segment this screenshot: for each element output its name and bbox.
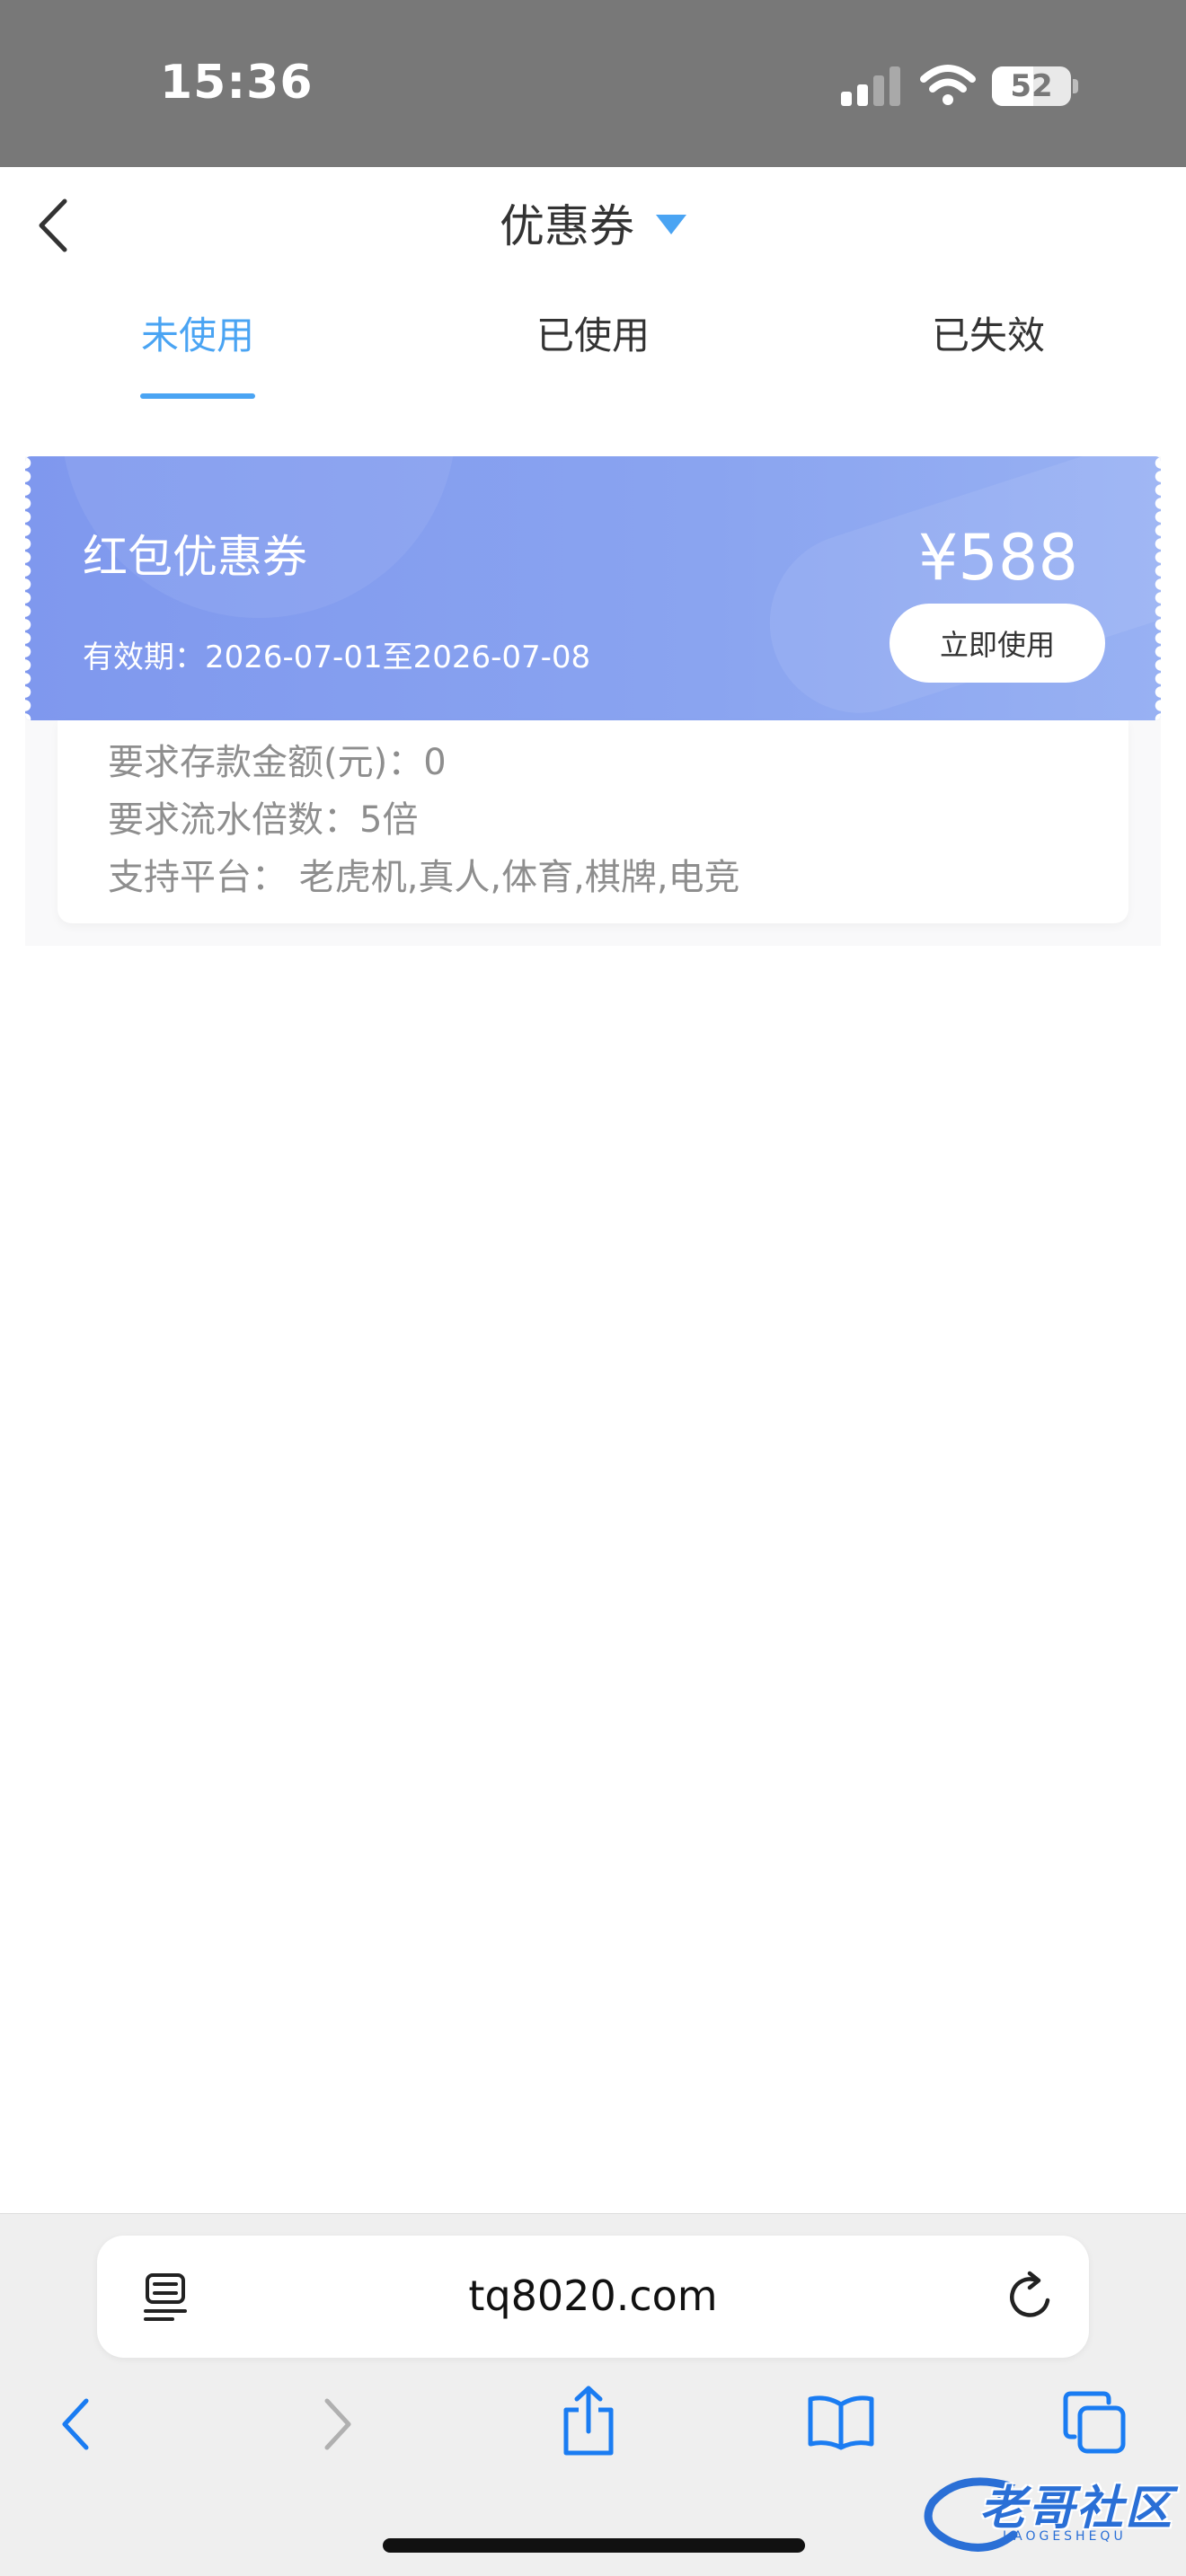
reload-icon[interactable] xyxy=(1005,2270,1057,2324)
tab-used[interactable]: 已使用 xyxy=(458,305,728,360)
home-indicator[interactable] xyxy=(383,2538,805,2553)
cellular-signal-icon xyxy=(841,66,900,106)
tab-bar: 未使用 已使用 已失效 xyxy=(0,305,1186,404)
detail-supported-platforms: 支持平台： 老虎机,真人,体育,棋牌,电竞 xyxy=(108,857,740,898)
battery-level: 52 xyxy=(1010,68,1053,104)
detail-deposit-requirement: 要求存款金额(元)：0 xyxy=(108,742,447,783)
active-tab-indicator xyxy=(140,393,255,399)
battery-icon: 52 xyxy=(992,66,1071,106)
use-now-button[interactable]: 立即使用 xyxy=(890,604,1105,683)
watermark-subtext: LAOGESHEQU xyxy=(1003,2529,1127,2544)
coupon-scallop-edge-left xyxy=(25,456,31,720)
page-header: 优惠券 xyxy=(0,167,1186,284)
page-title: 优惠券 xyxy=(500,200,634,252)
coupon-amount: ¥588 xyxy=(917,521,1078,595)
watermark-text: 老哥社区 xyxy=(979,2482,1174,2536)
tabs-overview-icon[interactable] xyxy=(1062,2390,1127,2455)
battery-tip xyxy=(1073,79,1078,93)
tab-expired[interactable]: 已失效 xyxy=(854,305,1123,360)
coupon-card: 红包优惠券 有效期：2026-07-01至2026-07-08 ¥588 立即使… xyxy=(25,456,1161,720)
page-menu-icon[interactable] xyxy=(142,2272,190,2322)
coupon-validity: 有效期：2026-07-01至2026-07-08 xyxy=(83,640,591,675)
share-icon[interactable] xyxy=(559,2385,618,2458)
status-bar: 15:36 52 xyxy=(0,0,1186,167)
caret-down-icon[interactable] xyxy=(656,215,686,236)
detail-turnover-multiplier: 要求流水倍数：5倍 xyxy=(108,799,419,841)
wifi-icon xyxy=(920,65,976,105)
url-text: tq8020.com xyxy=(468,2272,718,2320)
address-bar[interactable]: tq8020.com xyxy=(97,2236,1089,2358)
bookmarks-icon[interactable] xyxy=(807,2394,875,2451)
status-time: 15:36 xyxy=(160,56,314,110)
browser-back-icon[interactable] xyxy=(58,2395,97,2453)
title-wrap: 优惠券 xyxy=(0,190,1186,255)
coupon-list: 红包优惠券 有效期：2026-07-01至2026-07-08 ¥588 立即使… xyxy=(25,456,1161,946)
coupon-details: 要求存款金额(元)：0 要求流水倍数：5倍 支持平台： 老虎机,真人,体育,棋牌… xyxy=(58,720,1128,923)
tab-unused[interactable]: 未使用 xyxy=(63,305,332,360)
browser-forward-icon[interactable] xyxy=(316,2395,356,2453)
coupon-name: 红包优惠券 xyxy=(83,531,307,583)
coupon-scallop-edge-right xyxy=(1155,456,1161,720)
watermark-logo: 老哥社区 LAOGESHEQU xyxy=(924,2466,1175,2556)
